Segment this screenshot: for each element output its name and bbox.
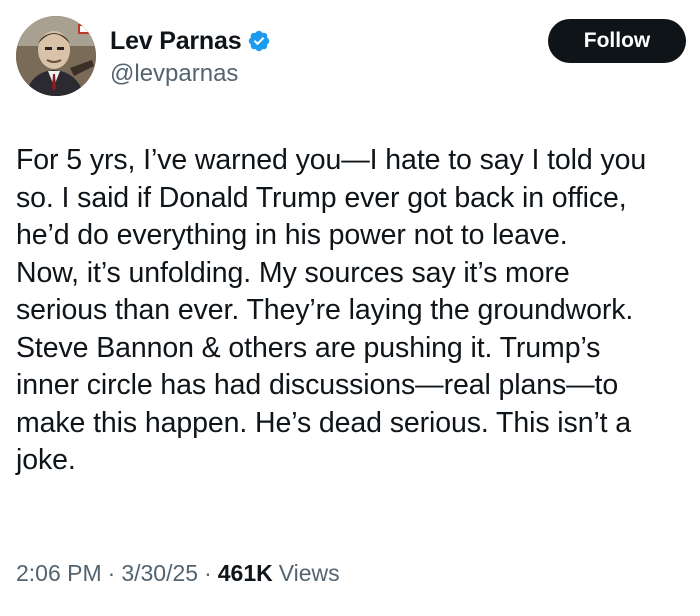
meta-separator: · (107, 560, 116, 586)
tweet-date[interactable]: 3/30/25 (121, 560, 198, 587)
follow-button[interactable]: Follow (548, 19, 686, 63)
author-display-name[interactable]: Lev Parnas (110, 27, 242, 56)
tweet-time[interactable]: 2:06 PM (16, 560, 102, 587)
tweet-card: Lev Parnas @levparnas Follow For 5 yrs, … (0, 0, 700, 616)
tweet-header: Lev Parnas @levparnas Follow (14, 14, 686, 98)
meta-separator: · (204, 560, 212, 586)
tweet-meta: 2:06 PM · 3/30/25 · 461K Views (16, 560, 340, 587)
views-label[interactable]: Views (279, 560, 340, 587)
author-name-row: Lev Parnas (110, 24, 271, 58)
verified-badge-icon (247, 29, 271, 53)
author-handle[interactable]: @levparnas (110, 60, 238, 88)
avatar[interactable] (16, 16, 96, 96)
tweet-text: For 5 yrs, I’ve warned you—I hate to say… (16, 144, 647, 476)
avatar-image-icon (16, 16, 96, 96)
views-count[interactable]: 461K (218, 560, 273, 587)
